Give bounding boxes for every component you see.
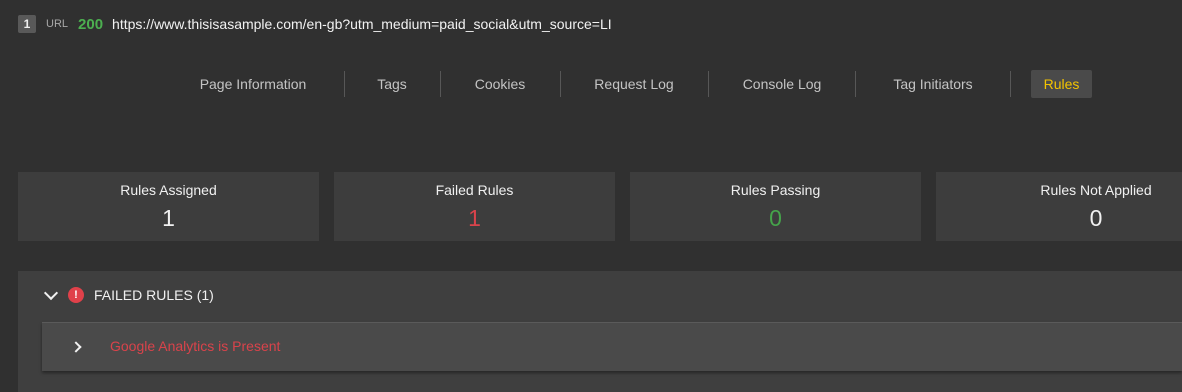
tab-divider (1010, 71, 1011, 97)
tab-divider (440, 71, 441, 97)
failed-rules-heading: FAILED RULES (1) (94, 287, 214, 303)
rules-assigned-label: Rules Assigned (120, 182, 217, 198)
page-index-badge: 1 (18, 15, 36, 33)
http-status-code: 200 (78, 15, 104, 33)
tab-cookies[interactable]: Cookies (458, 70, 542, 98)
tab-divider (344, 71, 345, 97)
url-bar: 1 URL 200 https://www.thisisasample.com/… (18, 13, 612, 35)
tab-console-log[interactable]: Console Log (726, 70, 838, 98)
alert-icon: ! (68, 287, 84, 303)
failed-rules-toggle[interactable]: ! FAILED RULES (1) (43, 285, 214, 305)
chevron-right-icon (70, 341, 82, 353)
rules-passing-card: Rules Passing 0 (630, 172, 921, 241)
failed-rules-card: Failed Rules 1 (334, 172, 615, 241)
tab-divider (560, 71, 561, 97)
tab-divider (855, 71, 856, 97)
failed-rules-panel: ! FAILED RULES (1) Google Analytics is P… (18, 271, 1182, 392)
rules-passing-count: 0 (769, 205, 782, 231)
tab-bar: Page Information Tags Cookies Request Lo… (0, 70, 1182, 98)
page-url: https://www.thisisasample.com/en-gb?utm_… (112, 16, 612, 32)
tab-rules[interactable]: Rules (1031, 70, 1092, 98)
rules-not-applied-card: Rules Not Applied 0 (936, 172, 1182, 241)
tab-page-information[interactable]: Page Information (180, 70, 326, 98)
rules-not-applied-count: 0 (1089, 205, 1103, 231)
failed-rules-count: 1 (468, 205, 481, 231)
url-label: URL (46, 18, 69, 30)
chevron-down-icon (43, 285, 59, 300)
rules-assigned-count: 1 (162, 205, 175, 231)
rules-assigned-card: Rules Assigned 1 (18, 172, 319, 241)
failed-rules-label: Failed Rules (435, 182, 514, 198)
rule-row[interactable]: Google Analytics is Present (42, 322, 1182, 371)
tab-divider (708, 71, 709, 97)
tab-tag-initiators[interactable]: Tag Initiators (873, 70, 993, 98)
tab-request-log[interactable]: Request Log (578, 70, 690, 98)
rules-not-applied-label: Rules Not Applied (1040, 182, 1152, 198)
tab-tags[interactable]: Tags (362, 70, 422, 98)
rule-name: Google Analytics is Present (110, 338, 281, 354)
rules-passing-label: Rules Passing (730, 182, 821, 198)
